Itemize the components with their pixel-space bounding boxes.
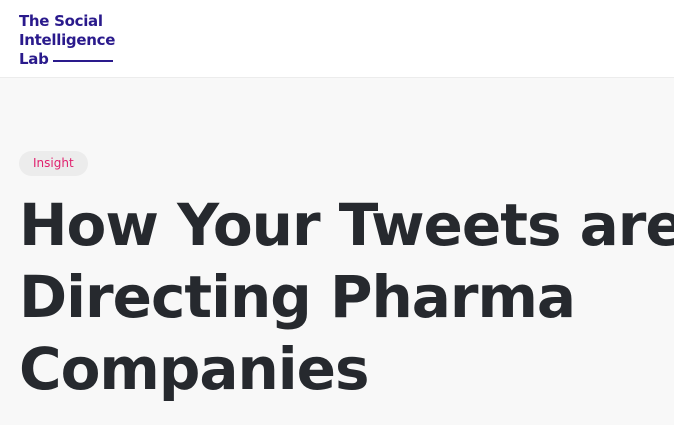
article-title: How Your Tweets are Directing Pharma Com… [19, 189, 674, 405]
site-logo[interactable]: The Social Intelligence Lab [19, 12, 115, 69]
logo-line-2: Intelligence [19, 31, 116, 49]
title-line-1: How Your Tweets are [19, 191, 674, 259]
title-line-2: Directing Pharma [19, 263, 576, 331]
article-hero: Insight How Your Tweets are Directing Ph… [0, 78, 674, 425]
logo-line-3-text: Lab [19, 50, 49, 68]
logo-line-1: The Social [19, 12, 103, 30]
category-tag[interactable]: Insight [19, 151, 88, 176]
logo-underline [52, 59, 113, 62]
logo-line-3: Lab [19, 50, 115, 69]
site-header: The Social Intelligence Lab [0, 0, 674, 78]
title-line-3: Companies [19, 335, 370, 403]
